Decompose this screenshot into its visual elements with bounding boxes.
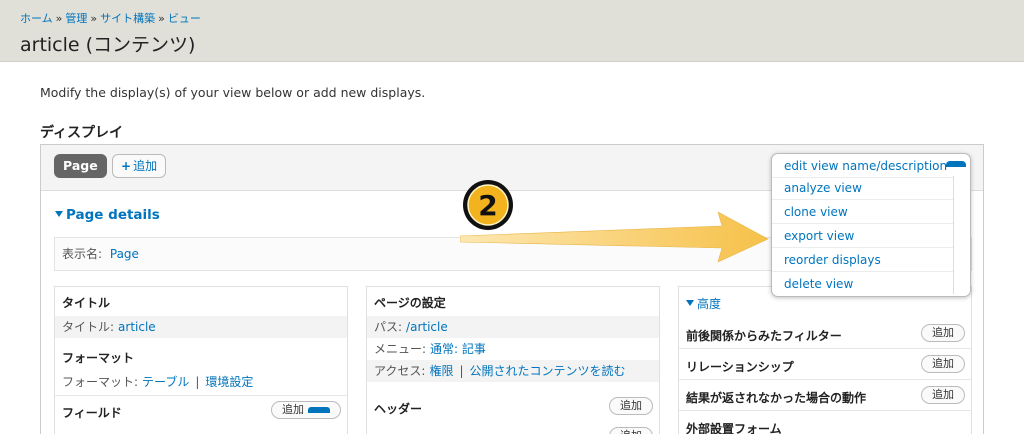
page-settings-heading: ページの設定 bbox=[374, 296, 446, 310]
title-row: タイトル: article bbox=[55, 316, 347, 338]
page-details-label: Page details bbox=[66, 207, 160, 223]
column-basic: タイトル タイトル: article フォーマット フォーマット: テーブル | 環境設… bbox=[54, 286, 348, 434]
page-details-toggle[interactable]: Page details bbox=[55, 207, 160, 223]
add-display-label: 追加 bbox=[133, 159, 158, 173]
breadcrumb: ホーム» 管理» サイト構築» ビュー bbox=[20, 10, 201, 26]
path-row: パス:/article bbox=[367, 316, 659, 338]
fields-heading: フィールド bbox=[62, 406, 122, 420]
menu-row: メニュー: 通常: 記事 bbox=[367, 338, 659, 360]
title-link[interactable]: article bbox=[118, 320, 156, 334]
displays-heading: ディスプレイ bbox=[40, 125, 124, 141]
display-name-link[interactable]: Page bbox=[110, 247, 139, 261]
add-display-button[interactable]: + 追加 bbox=[112, 154, 167, 178]
path-label: パス: bbox=[374, 320, 403, 334]
delete-view-link[interactable]: delete view bbox=[772, 272, 954, 296]
reorder-displays-link[interactable]: reorder displays bbox=[772, 248, 954, 272]
format-link[interactable]: テーブル bbox=[142, 375, 189, 389]
edit-view-name-link[interactable]: edit view name/description bbox=[772, 154, 954, 178]
format-heading: フォーマット bbox=[62, 351, 135, 365]
page-description: Modify the display(s) of your view below… bbox=[40, 85, 426, 100]
export-view-link[interactable]: export view bbox=[772, 224, 954, 248]
column-advanced: 高度 前後関係からみたフィルター 追加 リレーションシップ 追加 結果が返されな… bbox=[678, 286, 972, 434]
format-row: フォーマット: テーブル | 環境設定 bbox=[55, 371, 347, 393]
contextual-filters-heading: 前後関係からみたフィルター bbox=[686, 329, 842, 343]
step-badge: 2 bbox=[463, 180, 513, 230]
divider bbox=[679, 410, 971, 411]
format-settings-link[interactable]: 環境設定 bbox=[205, 375, 253, 389]
access-label: アクセス: bbox=[374, 364, 426, 378]
exposed-form-heading: 外部設置フォーム bbox=[686, 422, 782, 434]
format-label: フォーマット: bbox=[62, 375, 139, 389]
breadcrumb-home[interactable]: ホーム bbox=[20, 12, 53, 25]
menu-label: メニュー: bbox=[374, 342, 427, 356]
breadcrumb-structure[interactable]: サイト構築 bbox=[100, 12, 155, 25]
advanced-toggle[interactable]: 高度 bbox=[686, 295, 721, 312]
relationships-heading: リレーションシップ bbox=[686, 360, 794, 374]
breadcrumb-separator: » bbox=[90, 12, 98, 25]
chevron-down-icon bbox=[308, 407, 330, 413]
breadcrumb-separator: » bbox=[55, 12, 63, 25]
dropdown-rail bbox=[953, 176, 954, 294]
no-results-add-button[interactable]: 追加 bbox=[921, 386, 965, 404]
header-heading: ヘッダー bbox=[374, 402, 423, 416]
title-label: タイトル: bbox=[62, 320, 115, 334]
plus-icon: + bbox=[121, 159, 132, 173]
title-heading: タイトル bbox=[62, 296, 111, 310]
column-page-settings: ページの設定 パス:/article メニュー: 通常: 記事 アクセス: 権限 | 公… bbox=[366, 286, 660, 434]
breadcrumb-separator: » bbox=[158, 12, 165, 25]
view-actions-dropdown: edit view name/description analyze view … bbox=[771, 153, 971, 297]
header-add-button[interactable]: 追加 bbox=[609, 397, 653, 415]
badge-number: 2 bbox=[478, 189, 497, 222]
analyze-view-link[interactable]: analyze view bbox=[772, 176, 954, 200]
clone-view-link[interactable]: clone view bbox=[772, 200, 954, 224]
fields-add-button[interactable]: 追加 bbox=[271, 401, 341, 419]
fields-add-label: 追加 bbox=[282, 403, 304, 416]
chevron-up-icon[interactable] bbox=[946, 161, 966, 167]
divider bbox=[679, 348, 971, 349]
breadcrumb-views[interactable]: ビュー bbox=[168, 12, 201, 25]
breadcrumb-admin[interactable]: 管理 bbox=[65, 12, 87, 25]
relationships-add-button[interactable]: 追加 bbox=[921, 355, 965, 373]
path-link[interactable]: /article bbox=[406, 320, 448, 334]
footer-add-button[interactable]: 追加 bbox=[609, 427, 653, 434]
page-header: ホーム» 管理» サイト構築» ビュー article (コンテンツ) bbox=[0, 0, 1024, 62]
no-results-heading: 結果が返されなかった場合の動作 bbox=[686, 391, 867, 405]
advanced-label: 高度 bbox=[697, 297, 722, 311]
access-row: アクセス: 権限 | 公開されたコンテンツを読む bbox=[367, 360, 659, 382]
access-link[interactable]: 権限 bbox=[429, 364, 453, 378]
divider bbox=[679, 379, 971, 380]
contextual-filters-add-button[interactable]: 追加 bbox=[921, 324, 965, 342]
tab-page[interactable]: Page bbox=[54, 154, 107, 178]
triangle-down-icon bbox=[55, 211, 63, 217]
display-name-label: 表示名: bbox=[62, 247, 103, 261]
pipe-separator: | bbox=[459, 364, 464, 378]
access-permission-link[interactable]: 公開されたコンテンツを読む bbox=[470, 364, 626, 378]
page-title: article (コンテンツ) bbox=[20, 34, 196, 56]
menu-link[interactable]: 通常: 記事 bbox=[430, 342, 486, 356]
divider bbox=[55, 395, 347, 396]
pipe-separator: | bbox=[195, 375, 200, 389]
triangle-down-icon bbox=[686, 300, 694, 306]
